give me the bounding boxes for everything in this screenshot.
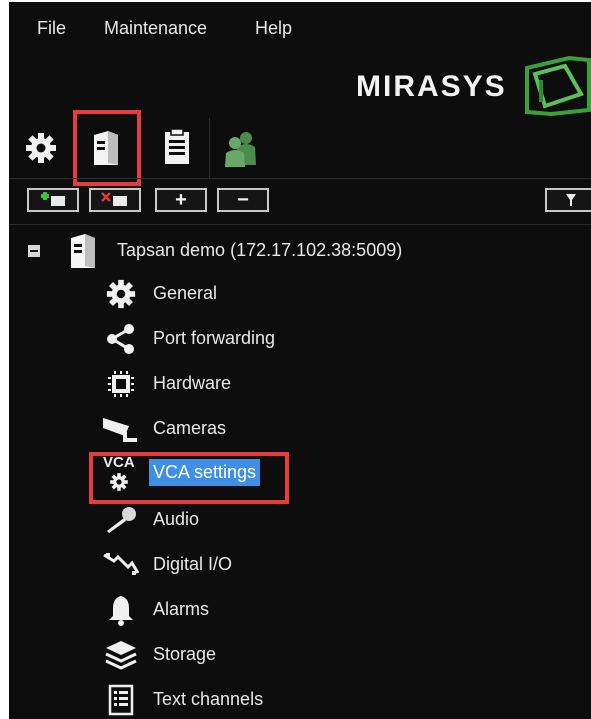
vca-highlight-box [89,452,289,504]
tree-toolbar: + − [9,188,591,216]
tree-item-port-forwarding[interactable]: Port forwarding [9,319,591,359]
tree-item-label: Storage [153,644,217,664]
tree-root-row[interactable]: Tapsan demo (172.17.102.38:5009) [9,232,591,268]
menu-help[interactable]: Help [255,18,292,39]
menu-bar: File Maintenance Help [9,2,591,50]
server-icon [71,234,95,268]
tree-item-label: Hardware [153,373,232,393]
tab-divider [9,178,591,179]
digital-io-icon [101,547,141,583]
microphone-icon [101,502,141,538]
tree-item-cameras[interactable]: Cameras [9,409,591,449]
gear-icon [101,276,141,312]
tab-bar [9,110,591,186]
tab-users[interactable] [209,118,273,178]
tab-settings[interactable] [9,118,74,178]
collapse-toggle[interactable] [28,245,40,257]
remove-server-button[interactable] [89,188,141,212]
add-server-button[interactable] [27,188,79,212]
camera-icon [101,411,141,447]
tree-item-general[interactable]: General [9,274,591,314]
tab-highlight-box [73,110,141,186]
add-server-icon [41,192,65,206]
mirasys-logo-icon [525,55,591,117]
tree-item-alarms[interactable]: Alarms [9,590,591,630]
expand-all-button[interactable]: + [155,188,207,212]
menu-file[interactable]: File [37,18,66,39]
filter-button[interactable] [545,188,591,212]
mirasys-logo-text: MIRASYS [356,70,507,103]
tree-item-label: Digital I/O [153,554,233,574]
gear-icon [26,133,56,163]
chip-icon [101,366,141,402]
tree-item-vca-settings[interactable]: VCA VCA settings [9,452,591,504]
users-icon [225,132,256,167]
tree-item-text-channels[interactable]: Text channels [9,680,591,719]
server-label: Tapsan demo (172.17.102.38:5009) [117,240,403,260]
tree-item-label: Alarms [153,599,210,619]
collapse-label: − [237,189,249,211]
toolbar-divider [9,224,591,225]
bell-icon [101,592,141,628]
tree-item-label: Port forwarding [153,328,276,348]
layers-icon [101,637,141,673]
tree-item-label: General [153,283,218,303]
tree-item-label: Audio [153,509,200,529]
tab-profiles[interactable] [145,118,210,178]
tree-item-label: Cameras [153,418,227,438]
collapse-all-button[interactable]: − [217,188,269,212]
tree-item-hardware[interactable]: Hardware [9,364,591,404]
tree-item-label: Text channels [153,689,264,709]
tree-item-digital-io[interactable]: Digital I/O [9,545,591,585]
filter-icon [566,194,576,206]
clipboard-icon [165,128,189,164]
remove-server-icon [101,192,127,206]
menu-maintenance[interactable]: Maintenance [104,18,207,39]
expand-label: + [175,189,187,211]
share-icon [101,321,141,357]
tree-item-storage[interactable]: Storage [9,635,591,675]
text-channel-icon [101,682,141,718]
app-window: File Maintenance Help MIRASYS + − Tapsan… [9,2,591,719]
tree-item-audio[interactable]: Audio [9,500,591,540]
